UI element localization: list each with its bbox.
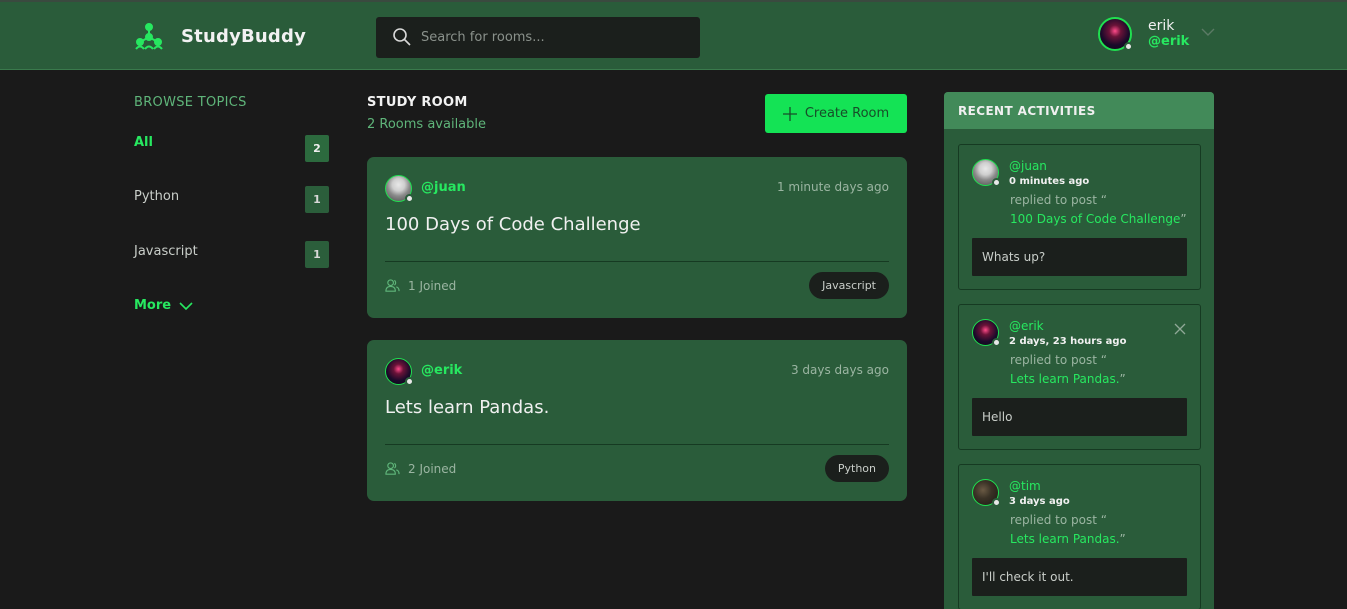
- search-input[interactable]: [421, 25, 691, 49]
- divider: [385, 444, 889, 445]
- top-header: StudyBuddy erik @erik: [0, 0, 1347, 70]
- room-topic-tag[interactable]: Javascript: [809, 272, 889, 299]
- activity-action: replied to post “: [1010, 193, 1107, 207]
- room-host-link[interactable]: @juan: [421, 180, 466, 195]
- recent-activities-heading: RECENT ACTIVITIES: [944, 92, 1214, 129]
- activity-card: @tim 3 days ago replied to post “ Lets l…: [958, 464, 1201, 609]
- room-time: 3 days days ago: [790, 363, 889, 377]
- users-icon: [385, 279, 400, 292]
- host-avatar[interactable]: [385, 358, 414, 386]
- activity-post[interactable]: Lets learn Pandas.”: [1010, 372, 1126, 386]
- activity-card: @erik 2 days, 23 hours ago replied to po…: [958, 304, 1201, 450]
- recent-activities-panel: RECENT ACTIVITIES @juan 0 minutes ago re…: [944, 92, 1214, 609]
- room-joined: 2 Joined: [385, 461, 456, 476]
- more-label: More: [134, 298, 172, 313]
- room-time: 1 minute days ago: [776, 180, 889, 194]
- chevron-down-icon: [179, 301, 193, 310]
- search-bar[interactable]: [376, 17, 700, 58]
- host-avatar[interactable]: [385, 175, 414, 203]
- activity-post[interactable]: Lets learn Pandas.”: [1010, 532, 1126, 546]
- topic-item-python[interactable]: Python 1: [134, 186, 329, 217]
- online-status-dot: [1124, 42, 1133, 51]
- topic-label: All: [134, 135, 153, 150]
- divider: [385, 261, 889, 262]
- joined-count: 2 Joined: [408, 461, 457, 476]
- topic-count-badge: 2: [305, 135, 329, 162]
- activity-message: Whats up?: [972, 238, 1187, 276]
- logo-link[interactable]: StudyBuddy: [134, 22, 306, 52]
- activity-message: Hello: [972, 398, 1187, 436]
- activity-card: @juan 0 minutes ago replied to post “ 10…: [958, 144, 1201, 290]
- search-icon: [393, 28, 411, 46]
- activity-time: 2 days, 23 hours ago: [1009, 336, 1127, 347]
- room-card[interactable]: @erik 3 days days ago Lets learn Pandas.…: [367, 340, 907, 501]
- close-quote: ”: [1119, 532, 1126, 546]
- activity-post-link[interactable]: Lets learn Pandas.: [1010, 372, 1120, 386]
- activity-message: I'll check it out.: [972, 558, 1187, 596]
- topic-item-javascript[interactable]: Javascript 1: [134, 241, 329, 272]
- activity-post-link[interactable]: Lets learn Pandas.: [1010, 532, 1120, 546]
- close-icon[interactable]: [1174, 323, 1186, 335]
- user-menu[interactable]: erik @erik: [1098, 17, 1218, 53]
- topic-item-all[interactable]: All 2: [134, 135, 329, 163]
- topic-count-badge: 1: [305, 186, 329, 213]
- user-avatar[interactable]: [1098, 17, 1133, 51]
- joined-count: 1 Joined: [408, 278, 457, 293]
- activity-post-link[interactable]: 100 Days of Code Challenge: [1010, 212, 1180, 226]
- chevron-down-icon[interactable]: [1201, 27, 1215, 37]
- browse-topics-heading: BROWSE TOPICS: [134, 95, 247, 110]
- activity-time: 3 days ago: [1009, 496, 1070, 507]
- room-host-link[interactable]: @erik: [421, 363, 462, 378]
- activity-time: 0 minutes ago: [1009, 176, 1090, 187]
- activity-action: replied to post “: [1010, 513, 1107, 527]
- activity-avatar[interactable]: [972, 159, 1001, 187]
- online-status-dot: [992, 178, 1001, 187]
- activity-user-link[interactable]: @tim: [1009, 479, 1041, 493]
- online-status-dot: [405, 194, 414, 203]
- study-room-heading: STUDY ROOM: [367, 95, 468, 110]
- online-status-dot: [992, 498, 1001, 507]
- more-topics-link[interactable]: More: [134, 298, 193, 313]
- room-joined: 1 Joined: [385, 278, 456, 293]
- create-room-label: Create Room: [804, 106, 890, 121]
- activity-user-link[interactable]: @erik: [1009, 319, 1044, 333]
- create-room-button[interactable]: Create Room: [765, 94, 907, 133]
- room-topic-tag[interactable]: Python: [824, 455, 889, 482]
- online-status-dot: [405, 377, 414, 386]
- room-card[interactable]: @juan 1 minute days ago 100 Days of Code…: [367, 157, 907, 318]
- user-handle: @erik: [1148, 34, 1190, 49]
- users-icon: [385, 462, 400, 475]
- topic-count-badge: 1: [305, 241, 329, 268]
- rooms-available-count: 2 Rooms available: [367, 117, 487, 132]
- room-name-link[interactable]: Lets learn Pandas.: [385, 397, 549, 418]
- topic-label: Javascript: [134, 244, 198, 259]
- activity-avatar[interactable]: [972, 479, 1001, 507]
- activity-post[interactable]: 100 Days of Code Challenge”: [1010, 212, 1187, 226]
- online-status-dot: [992, 338, 1001, 347]
- logo-icon: [135, 23, 163, 50]
- activity-user-link[interactable]: @juan: [1009, 159, 1047, 173]
- close-quote: ”: [1180, 212, 1187, 226]
- activity-avatar[interactable]: [972, 319, 1001, 347]
- plus-icon: [782, 106, 797, 121]
- close-quote: ”: [1119, 372, 1126, 386]
- user-name: erik: [1148, 18, 1175, 34]
- topic-label: Python: [134, 189, 180, 204]
- activity-action: replied to post “: [1010, 353, 1107, 367]
- room-name-link[interactable]: 100 Days of Code Challenge: [385, 214, 641, 235]
- app-name: StudyBuddy: [181, 26, 307, 47]
